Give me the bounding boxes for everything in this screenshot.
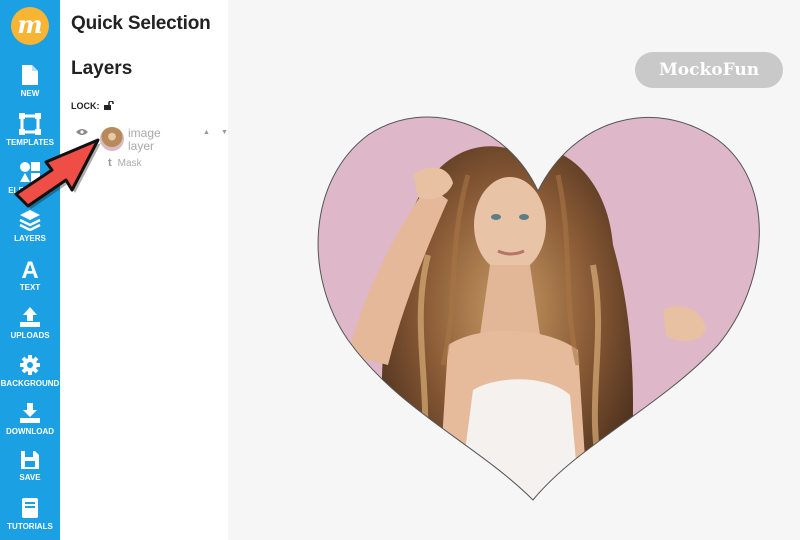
sidebar-item-tutorials[interactable]: TUTORIALS	[0, 497, 60, 540]
sidebar-item-label: SAVE	[19, 473, 41, 482]
sidebar-item-label: ELEMENTS	[8, 186, 52, 195]
sidebar-item-label: UPLOADS	[10, 331, 50, 340]
sidebar-item-uploads[interactable]: UPLOADS	[0, 306, 60, 354]
upload-icon	[20, 307, 40, 327]
sidebar-item-label: BACKGROUND	[0, 379, 60, 388]
mask-label: Mask	[117, 158, 142, 169]
layers-icon	[19, 210, 41, 231]
layers-heading: Layers	[71, 58, 133, 79]
quick-selection-title[interactable]: Quick Selection	[71, 13, 211, 35]
book-icon	[22, 498, 38, 518]
sidebar-item-new[interactable]: NEW	[0, 64, 60, 112]
move-down-icon[interactable]: ▼	[221, 129, 228, 136]
tool-sidebar: m NEW TEMPLATES ELEMENTS LAYERS A TEXT U…	[0, 0, 60, 540]
mask-item[interactable]: t Mask	[108, 157, 142, 169]
sidebar-item-label: TUTORIALS	[7, 522, 53, 531]
sidebar-item-label: NEW	[20, 89, 40, 98]
sidebar-item-download[interactable]: DOWNLOAD	[0, 402, 60, 450]
download-icon	[20, 403, 40, 423]
mockofun-watermark: MockoFun	[635, 52, 783, 88]
text-icon: A	[21, 258, 38, 280]
save-icon	[21, 451, 39, 469]
heart-masked-photo[interactable]	[308, 105, 768, 505]
sidebar-item-text[interactable]: A TEXT	[0, 258, 60, 306]
lock-row: LOCK:	[71, 100, 114, 111]
mockofun-logo[interactable]: m	[11, 7, 49, 45]
sidebar-item-label: TEMPLATES	[6, 138, 54, 147]
sidebar-item-background[interactable]: BACKGROUND	[0, 354, 60, 402]
svg-text:A: A	[21, 258, 38, 280]
templates-icon	[19, 113, 41, 135]
move-up-icon[interactable]: ▲	[203, 129, 210, 136]
unlock-icon[interactable]	[104, 100, 114, 110]
lock-label: LOCK:	[71, 101, 100, 111]
sidebar-item-elements[interactable]: ELEMENTS	[0, 161, 60, 209]
sidebar-item-label: LAYERS	[14, 234, 46, 243]
design-canvas[interactable]: MockoFun	[228, 0, 800, 540]
sidebar-item-save[interactable]: SAVE	[0, 450, 60, 498]
sidebar-item-label: TEXT	[19, 283, 41, 292]
layer-thumbnail	[100, 127, 124, 151]
new-document-icon	[22, 65, 38, 85]
sidebar-item-label: DOWNLOAD	[6, 427, 54, 436]
layers-panel: Quick Selection Layers LOCK: image layer…	[60, 0, 228, 540]
gear-icon	[20, 355, 40, 375]
eye-icon[interactable]	[76, 128, 88, 136]
elements-icon	[20, 162, 40, 182]
mask-icon: t	[108, 157, 112, 169]
sidebar-item-layers[interactable]: LAYERS	[0, 209, 60, 257]
layer-item[interactable]: image layer ▲ ▼	[76, 125, 228, 157]
layer-name: image layer	[128, 126, 161, 153]
sidebar-item-templates[interactable]: TEMPLATES	[0, 113, 60, 161]
